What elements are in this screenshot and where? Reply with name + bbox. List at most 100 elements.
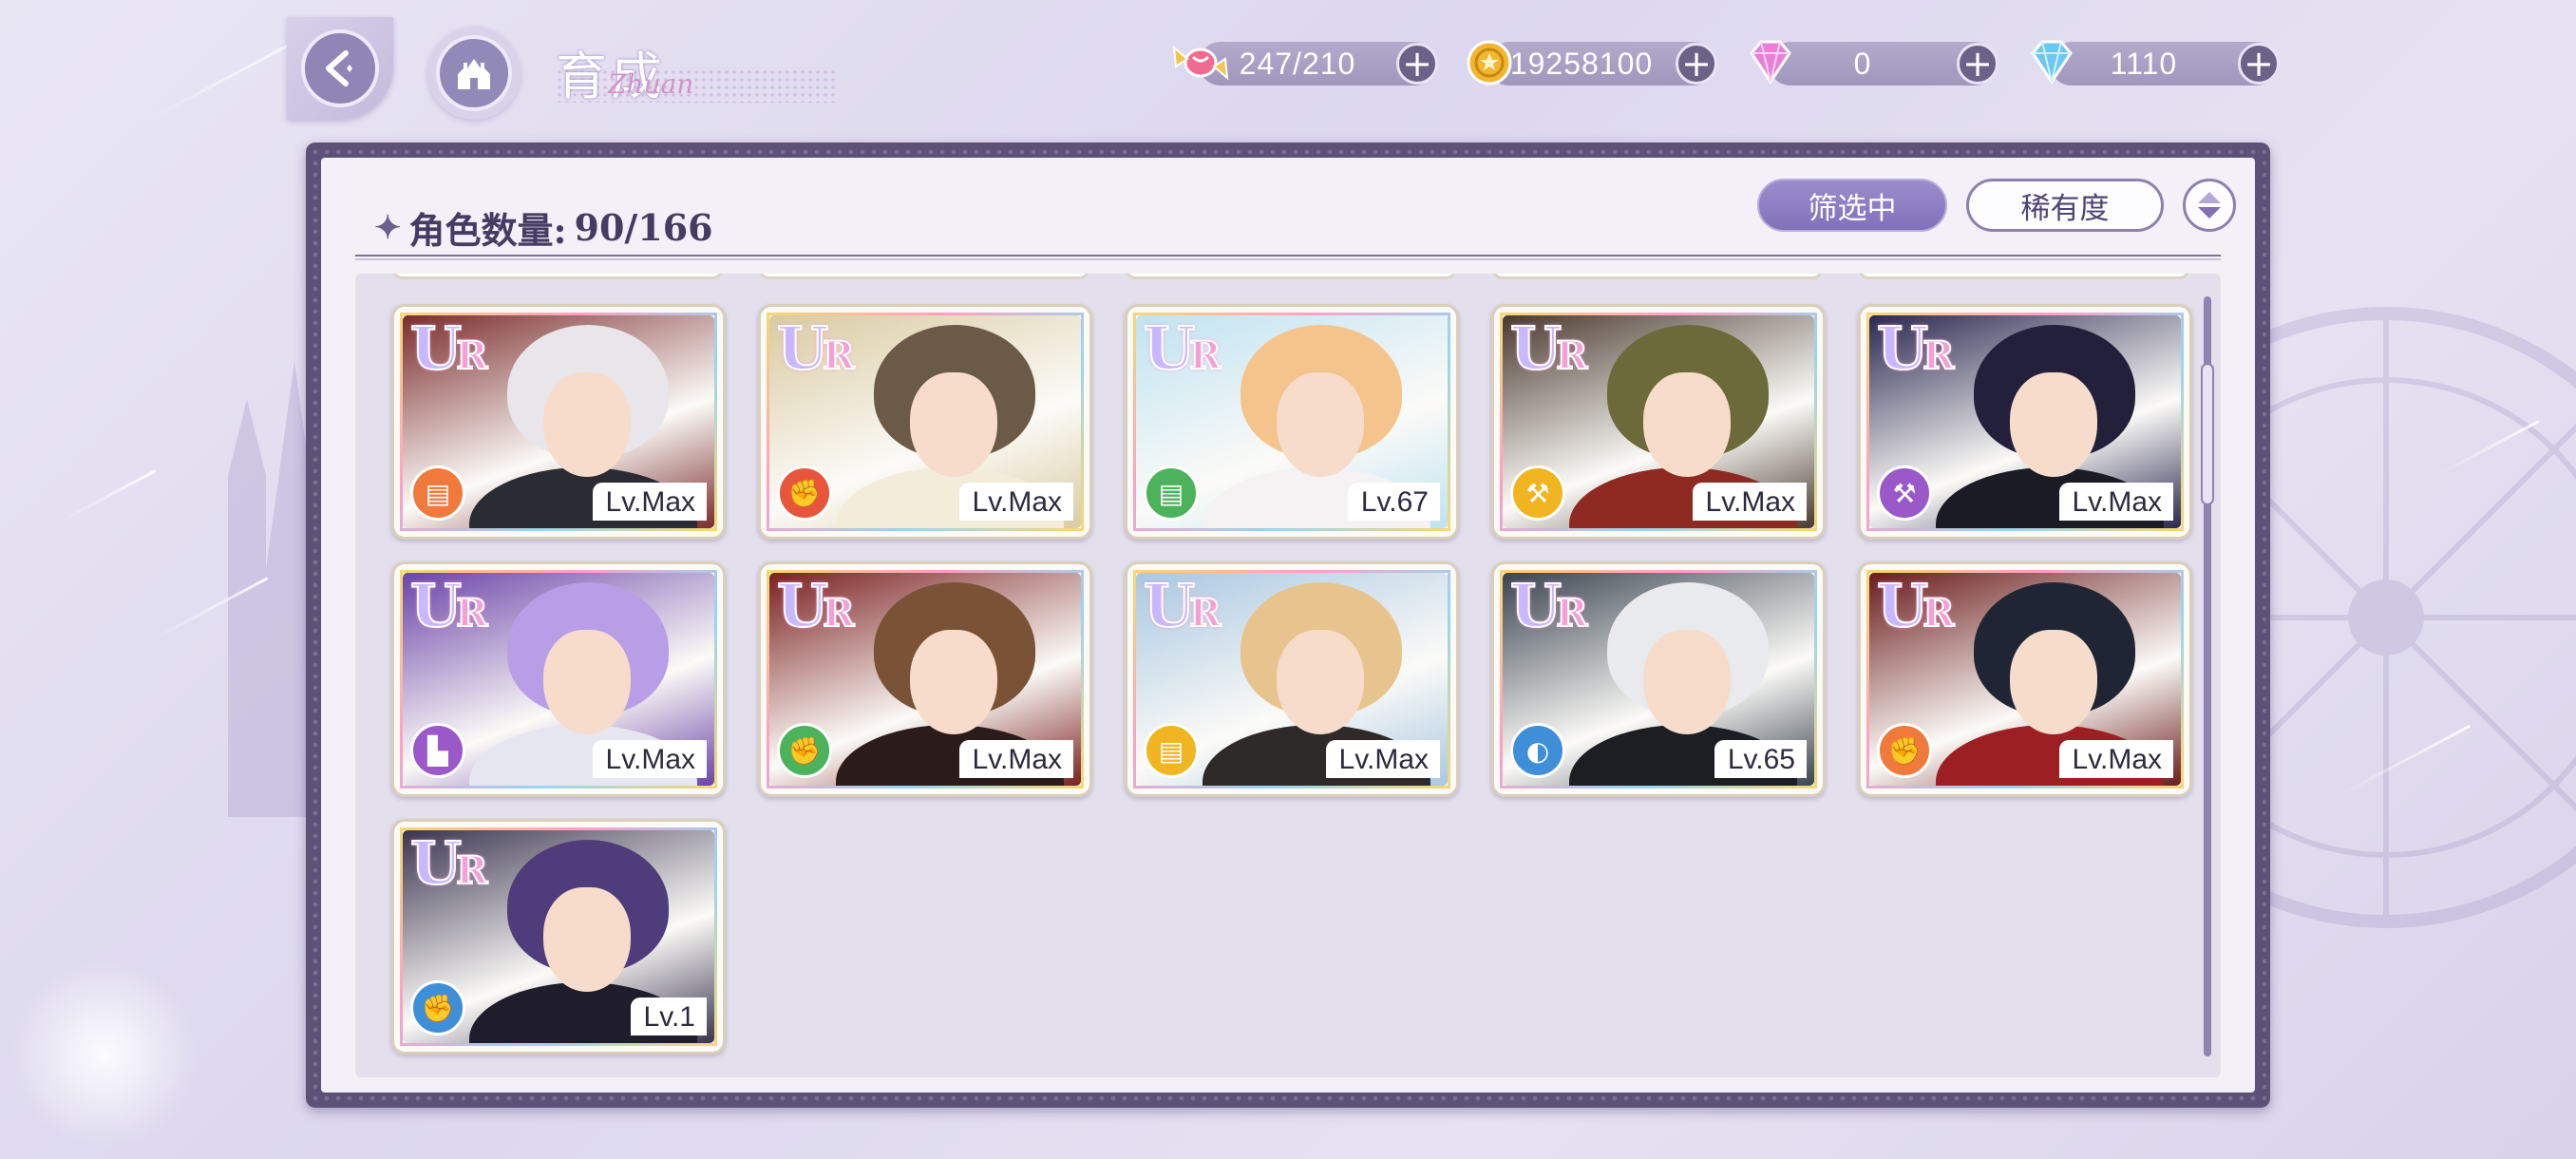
castle-icon (436, 35, 512, 111)
sparkle-icon: ✦ (374, 208, 402, 247)
fist-icon: ✊ (777, 723, 832, 778)
partial-card[interactable] (758, 274, 1090, 279)
portrait-face (2010, 372, 2097, 477)
blue-diamond-icon (2021, 32, 2082, 93)
portrait-face (910, 630, 997, 734)
character-portrait: UR ✊ Lv.1 (400, 827, 717, 1046)
level-label: Lv.Max (958, 483, 1073, 521)
resource-blue-diamond: 1110 + (2031, 40, 2280, 86)
add-gold-button[interactable]: + (1676, 43, 1717, 85)
character-portrait: UR ⚒ Lv.Max (1866, 313, 2184, 531)
sort-up-icon (2198, 192, 2221, 203)
partial-card[interactable] (1858, 274, 2190, 279)
character-portrait: UR ▤ Lv.Max (1133, 570, 1450, 788)
rarity-badge: UR (409, 314, 488, 383)
sort-order-button[interactable] (2183, 179, 2236, 232)
fist-icon: ✊ (1877, 723, 1932, 778)
rarity-badge: UR (1876, 314, 1955, 383)
coin-icon (1459, 32, 1520, 93)
back-arrow-icon (301, 29, 379, 107)
portrait-face (1277, 630, 1364, 734)
rarity-badge: UR (1876, 571, 1955, 640)
shield-icon: ◐ (1510, 723, 1565, 778)
character-card[interactable]: UR ⚒ Lv.Max (1858, 304, 2192, 540)
book-icon: ▤ (410, 466, 465, 521)
rarity-sort-button[interactable]: 稀有度 (1966, 179, 2164, 232)
scrollbar[interactable] (2201, 296, 2214, 1056)
fist-icon: ✊ (410, 980, 465, 1036)
level-label: Lv.Max (958, 740, 1073, 778)
add-pink-diamond-button[interactable]: + (1957, 43, 1998, 85)
candy-icon (1170, 32, 1231, 93)
level-label: Lv.Max (2058, 740, 2173, 778)
sort-down-icon (2198, 207, 2221, 218)
pink-diamond-icon (1740, 32, 1801, 93)
character-card[interactable]: UR ✊ Lv.Max (758, 561, 1092, 797)
character-card[interactable]: UR ▤ Lv.Max (391, 304, 726, 540)
resource-candy: 247/210 + (1172, 42, 1438, 86)
character-card[interactable]: UR ✊ Lv.Max (1858, 561, 2192, 797)
book-icon: ▤ (1144, 723, 1199, 778)
character-portrait: UR ✊ Lv.Max (767, 570, 1084, 788)
rarity-badge: UR (409, 571, 488, 640)
character-panel: ✦ 角色数量: 90/166 筛选中 稀有度 UR ▤ Lv.Max UR ✊ Lv.Ma… (306, 142, 2270, 1108)
portrait-face (1643, 630, 1731, 734)
level-label: Lv.65 (1714, 740, 1807, 778)
rarity-badge: UR (1509, 314, 1588, 383)
add-blue-diamond-button[interactable]: + (2238, 43, 2280, 85)
hammer-icon: ⚒ (1877, 466, 1932, 521)
boot-icon: ▙ (410, 723, 465, 778)
character-grid[interactable]: UR ▤ Lv.Max UR ✊ Lv.Max UR ▤ Lv.67 UR ⚒ Lv.Max UR ⚒ Lv… (355, 274, 2221, 1077)
character-card[interactable]: UR ▙ Lv.Max (391, 561, 726, 797)
fist-icon: ✊ (777, 466, 832, 521)
resource-pink-diamond: 0 + (1750, 40, 1998, 86)
portrait-face (543, 630, 631, 734)
character-card[interactable]: UR ▤ Lv.Max (1125, 561, 1459, 797)
character-card[interactable]: UR ⚒ Lv.Max (1491, 304, 1826, 540)
character-card[interactable]: UR ✊ Lv.Max (758, 304, 1092, 540)
character-card[interactable]: UR ✊ Lv.1 (391, 819, 726, 1054)
character-count: ✦ 角色数量: 90/166 (374, 201, 713, 254)
character-portrait: UR ▙ Lv.Max (400, 570, 717, 788)
level-label: Lv.Max (592, 483, 707, 521)
level-label: Lv.Max (1325, 740, 1440, 778)
header-divider (355, 255, 2221, 260)
book-icon: ▤ (1144, 466, 1199, 521)
character-portrait: UR ✊ Lv.Max (1866, 570, 2184, 788)
rarity-badge: UR (776, 314, 855, 383)
portrait-face (910, 372, 997, 477)
character-card[interactable]: UR ◐ Lv.65 (1491, 561, 1826, 797)
character-portrait: UR ▤ Lv.67 (1133, 313, 1450, 531)
portrait-face (543, 372, 631, 477)
portrait-face (2010, 630, 2097, 734)
character-portrait: UR ▤ Lv.Max (400, 313, 717, 531)
filter-button[interactable]: 筛选中 (1757, 179, 1947, 232)
level-label: Lv.Max (592, 740, 707, 778)
back-button[interactable] (287, 17, 393, 120)
rarity-badge: UR (1143, 314, 1222, 383)
rarity-badge: UR (409, 828, 488, 898)
hammer-icon: ⚒ (1510, 466, 1565, 521)
resource-gold: 19258100 + (1467, 40, 1717, 86)
rarity-badge: UR (776, 571, 855, 640)
home-button[interactable] (427, 27, 521, 120)
rarity-badge: UR (1509, 571, 1588, 640)
character-count-value: 90/166 (574, 206, 713, 249)
partial-card[interactable] (1491, 274, 1824, 279)
level-label: Lv.67 (1347, 483, 1440, 521)
partial-card[interactable] (1125, 274, 1457, 279)
character-portrait: UR ⚒ Lv.Max (1500, 313, 1817, 531)
level-label: Lv.Max (2058, 483, 2173, 521)
partial-card[interactable] (391, 274, 724, 279)
portrait-face (1277, 372, 1364, 477)
character-card[interactable]: UR ▤ Lv.67 (1125, 304, 1459, 540)
rarity-badge: UR (1143, 571, 1222, 640)
character-panel-inner: ✦ 角色数量: 90/166 筛选中 稀有度 UR ▤ Lv.Max UR ✊ Lv.Ma… (321, 158, 2255, 1092)
portrait-face (1643, 372, 1731, 477)
character-count-label: 角色数量: (408, 209, 567, 252)
character-portrait: UR ✊ Lv.Max (767, 313, 1084, 531)
level-label: Lv.Max (1692, 483, 1807, 521)
title-script: Zhuan (608, 68, 694, 100)
add-candy-button[interactable]: + (1396, 43, 1438, 85)
scrollbar-thumb[interactable] (2201, 363, 2214, 505)
